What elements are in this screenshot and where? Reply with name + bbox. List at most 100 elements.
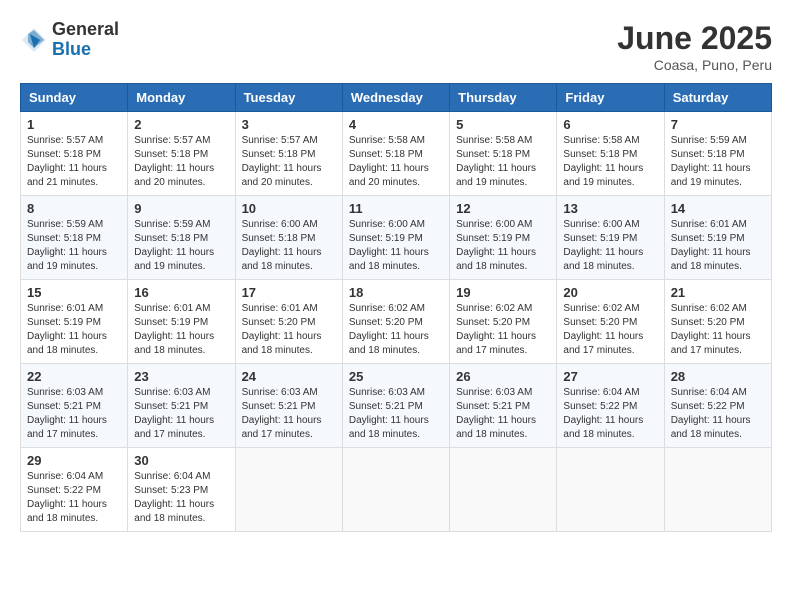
day-number: 14: [671, 201, 765, 216]
day-info: Sunrise: 6:03 AM Sunset: 5:21 PM Dayligh…: [134, 386, 228, 442]
day-info: Sunrise: 6:01 AM Sunset: 5:20 PM Dayligh…: [242, 302, 336, 358]
calendar-cell: [342, 448, 449, 532]
calendar-cell: 13 Sunrise: 6:00 AM Sunset: 5:19 PM Dayli…: [557, 196, 664, 280]
calendar-cell: 4Sunrise: 5:58 AM Sunset: 5:18 PM Daylig…: [342, 112, 449, 196]
day-number: 28: [671, 369, 765, 384]
day-info: Sunrise: 5:59 AM Sunset: 5:18 PM Dayligh…: [27, 218, 121, 274]
calendar-cell: 11Sunrise: 6:00 AM Sunset: 5:19 PM Dayli…: [342, 196, 449, 280]
calendar-week-row: 1 Sunrise: 5:57 AM Sunset: 5:18 PM Daylig…: [21, 112, 772, 196]
day-number: 15: [27, 285, 121, 300]
calendar-cell: 28 Sunrise: 6:04 AM Sunset: 5:22 PM Dayli…: [664, 364, 771, 448]
day-info: Sunrise: 6:02 AM Sunset: 5:20 PM Dayligh…: [671, 302, 765, 358]
day-info: Sunrise: 5:59 AM Sunset: 5:18 PM Dayligh…: [134, 218, 228, 274]
weekday-header-friday: Friday: [557, 84, 664, 112]
day-info: Sunrise: 6:04 AM Sunset: 5:23 PM Dayligh…: [134, 470, 228, 526]
calendar-cell: 24 Sunrise: 6:03 AM Sunset: 5:21 PM Dayli…: [235, 364, 342, 448]
logo-general-text: General: [52, 20, 119, 40]
calendar-week-row: 8Sunrise: 5:59 AM Sunset: 5:18 PM Daylig…: [21, 196, 772, 280]
day-info: Sunrise: 6:01 AM Sunset: 5:19 PM Dayligh…: [671, 218, 765, 274]
calendar-table: SundayMondayTuesdayWednesdayThursdayFrid…: [20, 83, 772, 532]
weekday-header-thursday: Thursday: [450, 84, 557, 112]
day-number: 29: [27, 453, 121, 468]
day-number: 25: [349, 369, 443, 384]
calendar-week-row: 15 Sunrise: 6:01 AM Sunset: 5:19 PM Dayli…: [21, 280, 772, 364]
calendar-week-row: 22 Sunrise: 6:03 AM Sunset: 5:21 PM Dayli…: [21, 364, 772, 448]
day-number: 30: [134, 453, 228, 468]
day-info: Sunrise: 6:04 AM Sunset: 5:22 PM Dayligh…: [27, 470, 121, 526]
calendar-cell: 21 Sunrise: 6:02 AM Sunset: 5:20 PM Dayli…: [664, 280, 771, 364]
day-info: Sunrise: 6:03 AM Sunset: 5:21 PM Dayligh…: [27, 386, 121, 442]
day-info: Sunrise: 5:57 AM Sunset: 5:18 PM Dayligh…: [134, 134, 228, 190]
calendar-cell: 17Sunrise: 6:01 AM Sunset: 5:20 PM Dayli…: [235, 280, 342, 364]
weekday-header-saturday: Saturday: [664, 84, 771, 112]
calendar-cell: [235, 448, 342, 532]
day-info: Sunrise: 5:57 AM Sunset: 5:18 PM Dayligh…: [27, 134, 121, 190]
day-info: Sunrise: 6:02 AM Sunset: 5:20 PM Dayligh…: [349, 302, 443, 358]
day-number: 18: [349, 285, 443, 300]
day-info: Sunrise: 6:00 AM Sunset: 5:19 PM Dayligh…: [563, 218, 657, 274]
calendar-cell: 20Sunrise: 6:02 AM Sunset: 5:20 PM Dayli…: [557, 280, 664, 364]
calendar-cell: [557, 448, 664, 532]
day-number: 7: [671, 117, 765, 132]
day-number: 5: [456, 117, 550, 132]
day-info: Sunrise: 5:58 AM Sunset: 5:18 PM Dayligh…: [563, 134, 657, 190]
calendar-cell: 1 Sunrise: 5:57 AM Sunset: 5:18 PM Daylig…: [21, 112, 128, 196]
calendar-cell: 23Sunrise: 6:03 AM Sunset: 5:21 PM Dayli…: [128, 364, 235, 448]
day-number: 21: [671, 285, 765, 300]
day-number: 10: [242, 201, 336, 216]
calendar-cell: 9 Sunrise: 5:59 AM Sunset: 5:18 PM Daylig…: [128, 196, 235, 280]
day-info: Sunrise: 6:04 AM Sunset: 5:22 PM Dayligh…: [563, 386, 657, 442]
calendar-cell: 2 Sunrise: 5:57 AM Sunset: 5:18 PM Daylig…: [128, 112, 235, 196]
weekday-header-sunday: Sunday: [21, 84, 128, 112]
day-info: Sunrise: 5:58 AM Sunset: 5:18 PM Dayligh…: [456, 134, 550, 190]
day-info: Sunrise: 6:03 AM Sunset: 5:21 PM Dayligh…: [456, 386, 550, 442]
day-number: 1: [27, 117, 121, 132]
day-number: 13: [563, 201, 657, 216]
page-header: General Blue June 2025 Coasa, Puno, Peru: [20, 20, 772, 73]
weekday-header-monday: Monday: [128, 84, 235, 112]
day-info: Sunrise: 5:57 AM Sunset: 5:18 PM Dayligh…: [242, 134, 336, 190]
calendar-cell: [450, 448, 557, 532]
day-number: 6: [563, 117, 657, 132]
day-number: 22: [27, 369, 121, 384]
day-info: Sunrise: 6:03 AM Sunset: 5:21 PM Dayligh…: [242, 386, 336, 442]
calendar-cell: 19Sunrise: 6:02 AM Sunset: 5:20 PM Dayli…: [450, 280, 557, 364]
day-number: 11: [349, 201, 443, 216]
location: Coasa, Puno, Peru: [617, 57, 772, 73]
calendar-cell: 14 Sunrise: 6:01 AM Sunset: 5:19 PM Dayli…: [664, 196, 771, 280]
day-info: Sunrise: 6:01 AM Sunset: 5:19 PM Dayligh…: [27, 302, 121, 358]
calendar-cell: 8Sunrise: 5:59 AM Sunset: 5:18 PM Daylig…: [21, 196, 128, 280]
day-number: 24: [242, 369, 336, 384]
day-number: 16: [134, 285, 228, 300]
weekday-header-tuesday: Tuesday: [235, 84, 342, 112]
calendar-cell: 18 Sunrise: 6:02 AM Sunset: 5:20 PM Dayli…: [342, 280, 449, 364]
day-info: Sunrise: 6:00 AM Sunset: 5:19 PM Dayligh…: [456, 218, 550, 274]
weekday-header-wednesday: Wednesday: [342, 84, 449, 112]
calendar-cell: 5 Sunrise: 5:58 AM Sunset: 5:18 PM Daylig…: [450, 112, 557, 196]
calendar-cell: [664, 448, 771, 532]
day-number: 12: [456, 201, 550, 216]
calendar-cell: 7 Sunrise: 5:59 AM Sunset: 5:18 PM Daylig…: [664, 112, 771, 196]
calendar-cell: 10 Sunrise: 6:00 AM Sunset: 5:18 PM Dayli…: [235, 196, 342, 280]
calendar-cell: 15 Sunrise: 6:01 AM Sunset: 5:19 PM Dayli…: [21, 280, 128, 364]
day-number: 20: [563, 285, 657, 300]
weekday-header-row: SundayMondayTuesdayWednesdayThursdayFrid…: [21, 84, 772, 112]
logo: General Blue: [20, 20, 119, 60]
title-area: June 2025 Coasa, Puno, Peru: [617, 20, 772, 73]
day-info: Sunrise: 5:58 AM Sunset: 5:18 PM Dayligh…: [349, 134, 443, 190]
day-number: 2: [134, 117, 228, 132]
logo-text: General Blue: [52, 20, 119, 60]
day-number: 19: [456, 285, 550, 300]
calendar-cell: 25Sunrise: 6:03 AM Sunset: 5:21 PM Dayli…: [342, 364, 449, 448]
calendar-week-row: 29 Sunrise: 6:04 AM Sunset: 5:22 PM Dayli…: [21, 448, 772, 532]
day-info: Sunrise: 5:59 AM Sunset: 5:18 PM Dayligh…: [671, 134, 765, 190]
calendar-cell: 30 Sunrise: 6:04 AM Sunset: 5:23 PM Dayli…: [128, 448, 235, 532]
calendar-cell: 29 Sunrise: 6:04 AM Sunset: 5:22 PM Dayli…: [21, 448, 128, 532]
day-info: Sunrise: 6:01 AM Sunset: 5:19 PM Dayligh…: [134, 302, 228, 358]
day-number: 27: [563, 369, 657, 384]
day-info: Sunrise: 6:00 AM Sunset: 5:18 PM Dayligh…: [242, 218, 336, 274]
logo-icon: [20, 26, 48, 54]
calendar-cell: 16 Sunrise: 6:01 AM Sunset: 5:19 PM Dayli…: [128, 280, 235, 364]
day-number: 9: [134, 201, 228, 216]
day-info: Sunrise: 6:04 AM Sunset: 5:22 PM Dayligh…: [671, 386, 765, 442]
